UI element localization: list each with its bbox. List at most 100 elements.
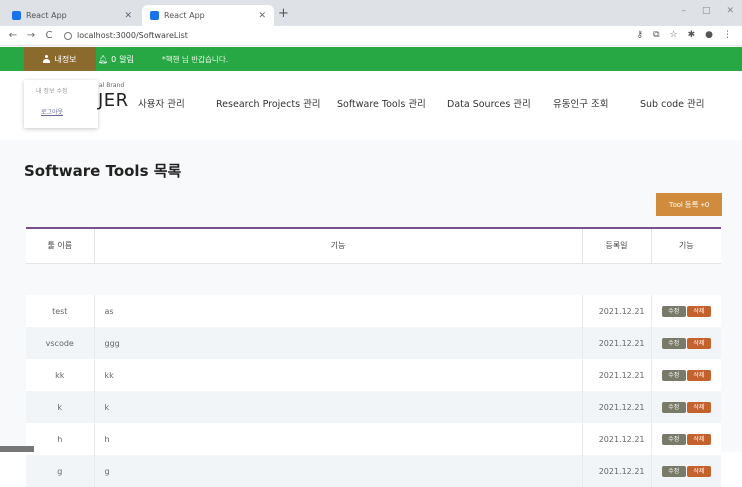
my-info-label: 내정보: [54, 54, 77, 64]
person-icon: [43, 55, 51, 63]
url-text: localhost:3000/SoftwareList: [77, 31, 188, 40]
star-icon[interactable]: ☆: [670, 30, 678, 40]
edit-profile-link[interactable]: 내 정보 수정: [36, 86, 67, 95]
key-icon[interactable]: ⚷: [636, 30, 643, 40]
back-button[interactable]: ←: [8, 30, 18, 41]
nav-user-management[interactable]: 사용자 관리: [138, 96, 185, 110]
edit-button[interactable]: 수정: [661, 337, 686, 349]
table-row: g g 2021.12.21 수정 삭제: [26, 455, 721, 487]
close-window-icon[interactable]: ✕: [726, 6, 734, 16]
nav-software-tools[interactable]: Software Tools 관리: [337, 96, 426, 110]
delete-button[interactable]: 삭제: [686, 305, 711, 317]
cell-tool-name: k: [26, 391, 95, 423]
nav-sub-code[interactable]: Sub code 관리: [640, 96, 705, 110]
header-function: 기능: [94, 227, 583, 264]
edit-button[interactable]: 수정: [661, 305, 686, 317]
brand-subtext: al Brand: [99, 82, 125, 89]
tab-title: React App: [26, 11, 67, 20]
cell-date: 2021.12.21: [582, 423, 652, 455]
cell-function: h: [94, 423, 583, 455]
header-actions: 기능: [651, 227, 721, 264]
cell-date: 2021.12.21: [582, 295, 652, 327]
cell-actions: 수정 삭제: [651, 359, 721, 391]
edit-button[interactable]: 수정: [661, 369, 686, 381]
cell-date: 2021.12.21: [582, 391, 652, 423]
cell-tool-name: h: [26, 423, 95, 455]
table-row: kk kk 2021.12.21 수정 삭제: [26, 359, 721, 391]
tab-title: React App: [164, 11, 205, 20]
cell-actions: 수정 삭제: [651, 327, 721, 359]
browser-toolbar: ← → C localhost:3000/SoftwareList ⚷ ⧉ ☆ …: [0, 26, 742, 46]
delete-button[interactable]: 삭제: [686, 337, 711, 349]
react-favicon-icon: [150, 11, 159, 20]
table-row: test as 2021.12.21 수정 삭제: [26, 295, 721, 327]
cell-function: ggg: [94, 327, 583, 359]
cell-actions: 수정 삭제: [651, 295, 721, 327]
extension-icon[interactable]: ✱: [688, 30, 696, 40]
cell-tool-name: test: [26, 295, 95, 327]
forward-button[interactable]: →: [26, 30, 36, 41]
delete-button[interactable]: 삭제: [686, 433, 711, 445]
edit-button[interactable]: 수정: [661, 465, 686, 477]
cell-actions: 수정 삭제: [651, 455, 721, 487]
my-info-button[interactable]: 내정보: [24, 47, 96, 71]
table-header-row: 툴 이름 기능 등록일 기능: [26, 227, 721, 264]
cell-tool-name: vscode: [26, 327, 95, 359]
app-topbar: 내정보 🔔︎ 0 알림 *핵핸 님 반갑습니다.: [0, 47, 742, 71]
address-bar[interactable]: localhost:3000/SoftwareList: [64, 31, 188, 40]
welcome-message: *핵핸 님 반갑습니다.: [162, 54, 229, 64]
toolbar-icons: ⚷ ⧉ ☆ ✱ ● ⋮: [636, 30, 732, 40]
maximize-icon[interactable]: □: [702, 6, 711, 16]
delete-button[interactable]: 삭제: [686, 401, 711, 413]
bell-icon: 🔔︎: [98, 54, 109, 64]
alarm-count: 0: [111, 54, 117, 64]
minimize-icon[interactable]: –: [681, 6, 686, 16]
alarm-label: 알림: [119, 54, 134, 64]
site-info-icon[interactable]: [64, 31, 72, 40]
reload-button[interactable]: C: [44, 30, 54, 41]
alarm-button[interactable]: 🔔︎ 0 알림: [98, 47, 134, 71]
profile-icon[interactable]: ●: [705, 30, 713, 40]
edit-button[interactable]: 수정: [661, 401, 686, 413]
cell-date: 2021.12.21: [582, 359, 652, 391]
logout-link[interactable]: 로그아웃: [41, 107, 63, 116]
nav-floating-population[interactable]: 유동인구 조회: [553, 96, 608, 110]
close-tab-icon[interactable]: ✕: [258, 11, 266, 21]
nav-data-sources[interactable]: Data Sources 관리: [447, 96, 531, 110]
table-row: k k 2021.12.21 수정 삭제: [26, 391, 721, 423]
browser-tabstrip: React App ✕ React App ✕ + – □ ✕: [0, 0, 742, 26]
browser-tab-2[interactable]: React App ✕: [142, 5, 274, 26]
cell-function: as: [94, 295, 583, 327]
react-favicon-icon: [12, 11, 21, 20]
edit-button[interactable]: 수정: [661, 433, 686, 445]
user-dropdown: 내 정보 수정 로그아웃: [24, 80, 98, 128]
cell-function: k: [94, 391, 583, 423]
new-tab-button[interactable]: +: [278, 6, 289, 21]
cell-tool-name: kk: [26, 359, 95, 391]
page-title: Software Tools 목록: [24, 162, 182, 180]
cell-date: 2021.12.21: [582, 327, 652, 359]
header-tool-name: 툴 이름: [26, 227, 95, 264]
cell-actions: 수정 삭제: [651, 423, 721, 455]
browser-tab-1[interactable]: React App ✕: [4, 5, 140, 26]
window-controls: – □ ✕: [681, 6, 734, 16]
add-tool-button[interactable]: Tool 등록 +0: [656, 193, 722, 216]
table-row: h h 2021.12.21 수정 삭제: [26, 423, 721, 455]
menu-icon[interactable]: ⋮: [723, 30, 732, 40]
cell-actions: 수정 삭제: [651, 391, 721, 423]
table-row: vscode ggg 2021.12.21 수정 삭제: [26, 327, 721, 359]
header-registered-date: 등록일: [582, 227, 652, 264]
translate-icon[interactable]: ⧉: [653, 30, 659, 40]
cell-function: kk: [94, 359, 583, 391]
software-tools-table: 툴 이름 기능 등록일 기능 test as 2021.12.21 수정 삭제 v…: [26, 227, 721, 487]
status-strip: [0, 446, 34, 452]
brand-logo-text[interactable]: JER: [98, 90, 129, 111]
delete-button[interactable]: 삭제: [686, 465, 711, 477]
cell-function: g: [94, 455, 583, 487]
table-spacer: [26, 263, 721, 295]
cell-tool-name: g: [26, 455, 95, 487]
delete-button[interactable]: 삭제: [686, 369, 711, 381]
nav-research-projects[interactable]: Research Projects 관리: [216, 96, 321, 110]
cell-date: 2021.12.21: [582, 455, 652, 487]
close-tab-icon[interactable]: ✕: [124, 11, 132, 21]
